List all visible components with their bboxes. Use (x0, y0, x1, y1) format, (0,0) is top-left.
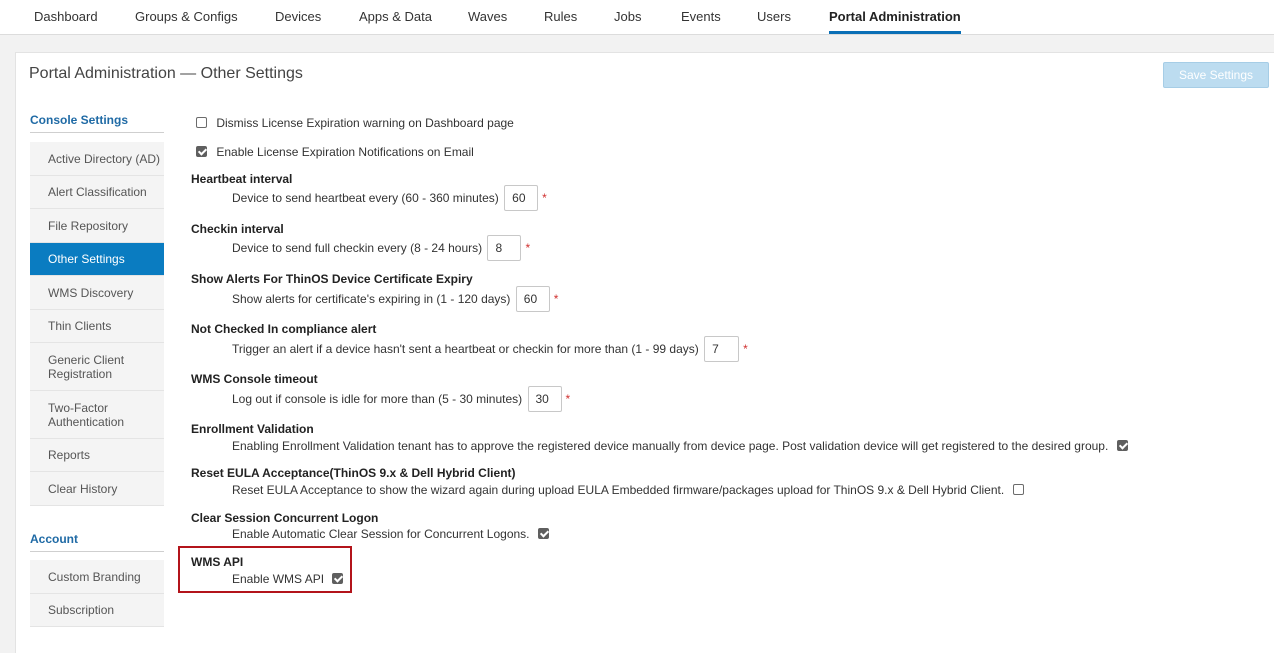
heartbeat-row: Device to send heartbeat every (60 - 360… (232, 185, 547, 211)
reset-eula-checkbox[interactable] (1012, 484, 1024, 496)
reset-eula-desc: Reset EULA Acceptance to show the wizard… (232, 482, 1005, 497)
required-marker: * (525, 241, 531, 255)
not-checked-in-row: Trigger an alert if a device hasn't sent… (232, 336, 748, 362)
sidebar-item-reports[interactable]: Reports (30, 439, 164, 472)
dismiss-license-row: Dismiss License Expiration warning on Da… (196, 115, 514, 130)
enable-license-email-row: Enable License Expiration Notifications … (196, 144, 474, 159)
nav-jobs[interactable]: Jobs (614, 0, 641, 34)
console-settings-heading: Console Settings (30, 113, 164, 133)
wms-api-desc: Enable WMS API (232, 571, 325, 586)
reset-eula-title: Reset EULA Acceptance(ThinOS 9.x & Dell … (191, 466, 516, 480)
clear-session-checkbox[interactable] (537, 528, 549, 540)
sidebar-item-custom-branding[interactable]: Custom Branding (30, 560, 164, 594)
enrollment-row: Enabling Enrollment Validation tenant ha… (232, 438, 1128, 453)
sidebar-item-active-directory[interactable]: Active Directory (AD) (30, 142, 164, 176)
sidebar-item-other-settings[interactable]: Other Settings (30, 243, 164, 276)
console-timeout-desc: Log out if console is idle for more than… (232, 392, 523, 406)
nav-groups-configs[interactable]: Groups & Configs (135, 0, 238, 34)
required-marker: * (743, 342, 748, 356)
clear-session-title: Clear Session Concurrent Logon (191, 511, 379, 525)
sidebar-item-subscription[interactable]: Subscription (30, 594, 164, 627)
sidebar-item-file-repository[interactable]: File Repository (30, 209, 164, 243)
top-navigation: Dashboard Groups & Configs Devices Apps … (0, 0, 1274, 35)
required-marker: * (565, 392, 571, 406)
console-settings-list: Active Directory (AD) Alert Classificati… (30, 142, 164, 506)
nav-waves[interactable]: Waves (468, 0, 507, 34)
dismiss-license-label: Dismiss License Expiration warning on Da… (216, 115, 514, 130)
cert-expiry-title: Show Alerts For ThinOS Device Certificat… (191, 272, 473, 286)
required-marker: * (553, 292, 559, 306)
nav-rules[interactable]: Rules (544, 0, 577, 34)
not-checked-in-title: Not Checked In compliance alert (191, 322, 377, 336)
nav-portal-administration[interactable]: Portal Administration (829, 0, 961, 34)
clear-session-row: Enable Automatic Clear Session for Concu… (232, 526, 549, 541)
console-timeout-row: Log out if console is idle for more than… (232, 386, 570, 412)
save-settings-button[interactable]: Save Settings (1163, 62, 1269, 88)
cert-expiry-row: Show alerts for certificate's expiring i… (232, 286, 558, 312)
heartbeat-input[interactable]: 60 (504, 185, 539, 211)
sidebar-item-alert-classification[interactable]: Alert Classification (30, 176, 164, 209)
sidebar-item-generic-client-registration[interactable]: Generic Client Registration (30, 343, 164, 391)
reset-eula-row: Reset EULA Acceptance to show the wizard… (232, 482, 1024, 497)
wms-api-title: WMS API (191, 555, 244, 569)
cert-expiry-desc: Show alerts for certificate's expiring i… (232, 292, 511, 306)
checkin-title: Checkin interval (191, 222, 284, 236)
sidebar-item-wms-discovery[interactable]: WMS Discovery (30, 276, 164, 310)
enrollment-desc: Enabling Enrollment Validation tenant ha… (232, 438, 1109, 453)
not-checked-in-input[interactable]: 7 (704, 336, 740, 362)
enable-license-email-checkbox[interactable] (196, 146, 207, 158)
cert-expiry-input[interactable]: 60 (515, 286, 550, 312)
console-timeout-input[interactable]: 30 (527, 386, 562, 412)
console-timeout-title: WMS Console timeout (191, 372, 318, 386)
sidebar-item-thin-clients[interactable]: Thin Clients (30, 310, 164, 343)
account-list: Custom Branding Subscription (30, 560, 164, 627)
account-heading: Account (30, 532, 164, 552)
wms-api-row: Enable WMS API (232, 571, 344, 586)
page-title: Portal Administration — Other Settings (29, 65, 303, 82)
not-checked-in-desc: Trigger an alert if a device hasn't sent… (232, 342, 699, 356)
required-marker: * (542, 191, 547, 205)
nav-events[interactable]: Events (681, 0, 721, 34)
main-panel: Portal Administration — Other Settings S… (15, 52, 1274, 653)
heartbeat-title: Heartbeat interval (191, 172, 293, 186)
nav-apps-data[interactable]: Apps & Data (359, 0, 432, 34)
enable-license-email-label: Enable License Expiration Notifications … (216, 144, 474, 159)
clear-session-desc: Enable Automatic Clear Session for Concu… (232, 526, 530, 541)
sidebar-item-two-factor-authentication[interactable]: Two-Factor Authentication (30, 391, 164, 439)
wms-api-highlight-box (178, 546, 352, 593)
checkin-row: Device to send full checkin every (8 - 2… (232, 235, 530, 261)
enrollment-title: Enrollment Validation (191, 422, 314, 436)
dismiss-license-checkbox[interactable] (196, 117, 207, 129)
nav-devices[interactable]: Devices (275, 0, 321, 34)
checkin-desc: Device to send full checkin every (8 - 2… (232, 241, 483, 255)
nav-dashboard[interactable]: Dashboard (34, 0, 98, 34)
wms-api-checkbox[interactable] (332, 573, 344, 585)
nav-users[interactable]: Users (757, 0, 791, 34)
sidebar-item-clear-history[interactable]: Clear History (30, 472, 164, 506)
enrollment-checkbox[interactable] (1116, 440, 1128, 452)
heartbeat-desc: Device to send heartbeat every (60 - 360… (232, 191, 499, 205)
checkin-input[interactable]: 8 (487, 235, 522, 261)
